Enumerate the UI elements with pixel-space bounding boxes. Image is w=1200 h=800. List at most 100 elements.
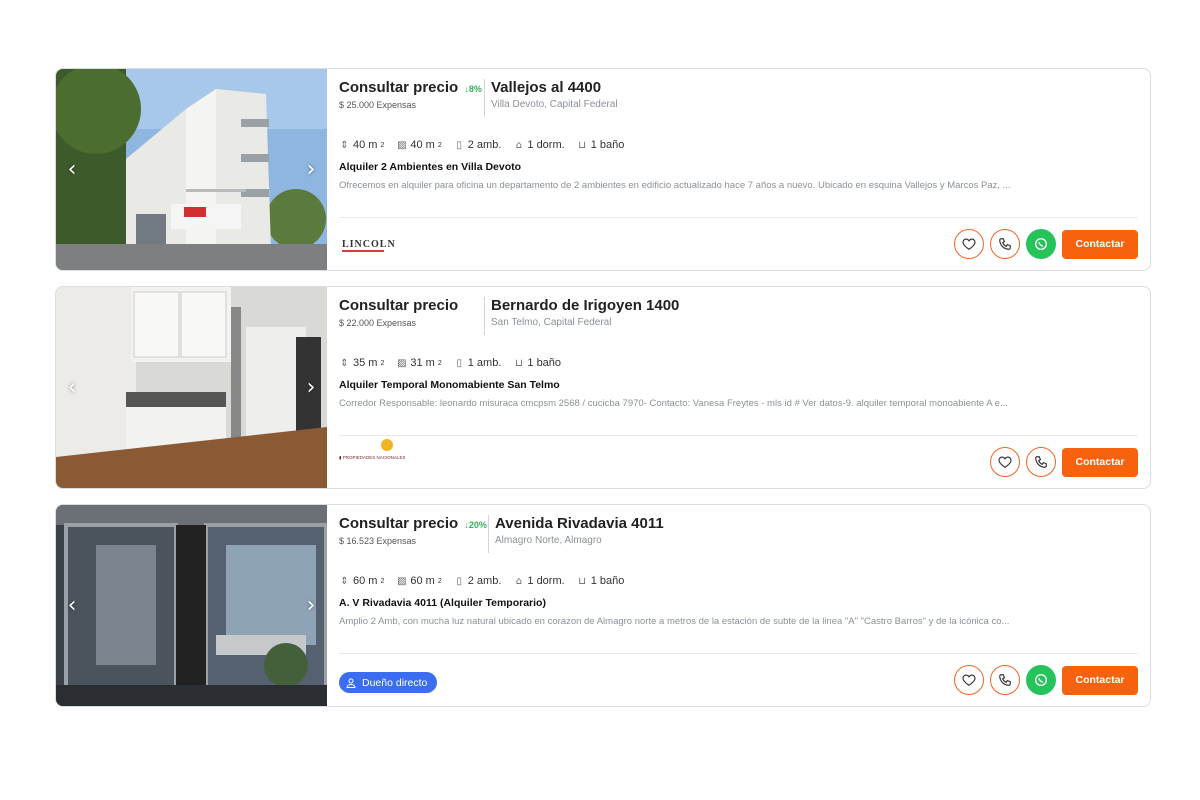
expensas: $ 16.523 Expensas bbox=[339, 536, 417, 546]
favorite-button[interactable] bbox=[954, 665, 984, 695]
listing-content: Consultar precio $ 22.000 Expensas Berna… bbox=[339, 287, 1138, 488]
phone-icon bbox=[999, 238, 1011, 250]
whatsapp-button[interactable] bbox=[1026, 665, 1056, 695]
feature-rooms: ▯ 2 amb. bbox=[454, 575, 501, 587]
total-area-icon: ⇕ bbox=[340, 575, 349, 587]
price: Consultar precio bbox=[339, 515, 459, 532]
address[interactable]: Avenida Rivadavia 4011 bbox=[495, 515, 664, 532]
price-block: Consultar precio ↓20% $ 16.523 Expensas bbox=[339, 515, 489, 553]
covered-area-icon: ▨ bbox=[397, 139, 407, 151]
photo-next-arrow[interactable]: › bbox=[299, 373, 323, 403]
whatsapp-button[interactable] bbox=[1026, 229, 1056, 259]
expensas: $ 22.000 Expensas bbox=[339, 318, 417, 328]
listing-photo[interactable]: ‹ › bbox=[56, 505, 327, 706]
listing-card[interactable]: ‹ › Consultar precio ↓8% $ 25.000 Expens… bbox=[55, 68, 1151, 271]
divider bbox=[339, 217, 1138, 218]
divider bbox=[339, 653, 1138, 654]
features: ⇕ 40 m2 ▨ 40 m2 ▯ 2 amb. ⌂ 1 dorm. ⊔ 1 baño bbox=[339, 139, 624, 151]
price-drop-badge: ↓8% bbox=[464, 84, 482, 94]
listing-photo[interactable]: ‹ › bbox=[56, 287, 327, 488]
expensas: $ 25.000 Expensas bbox=[339, 100, 417, 110]
feature-baths: ⊔ 1 baño bbox=[578, 575, 625, 587]
feature-covered-area: ▨ 31 m2 bbox=[397, 357, 442, 369]
price: Consultar precio bbox=[339, 79, 459, 96]
feature-covered-area: ▨ 60 m2 bbox=[397, 575, 442, 587]
listing-description: Corredor Responsable: leonardo misuraca … bbox=[339, 398, 1008, 409]
heart-icon bbox=[998, 456, 1012, 468]
listing-title[interactable]: A. V Rivadavia 4011 (Alquiler Temporario… bbox=[339, 597, 546, 609]
features: ⇕ 60 m2 ▨ 60 m2 ▯ 2 amb. ⌂ 1 dorm. ⊔ 1 baño bbox=[339, 575, 624, 587]
location: Villa Devoto, Capital Federal bbox=[491, 99, 618, 110]
feature-bedrooms: ⌂ 1 dorm. bbox=[513, 139, 565, 151]
call-button[interactable] bbox=[990, 229, 1020, 259]
whatsapp-icon bbox=[1035, 238, 1047, 250]
publisher-badge-icon bbox=[381, 439, 393, 451]
listing-title[interactable]: Alquiler Temporal Monomabiente San Telmo bbox=[339, 379, 560, 391]
listing-card[interactable]: ‹ › Consultar precio ↓20% $ 16.523 Expen… bbox=[55, 504, 1151, 707]
photo-prev-arrow[interactable]: ‹ bbox=[60, 155, 84, 185]
favorite-button[interactable] bbox=[990, 447, 1020, 477]
owner-icon bbox=[346, 678, 356, 688]
heart-icon bbox=[962, 674, 976, 686]
bathtub-icon: ⊔ bbox=[578, 139, 587, 151]
publisher-logo[interactable]: ▮ PROPIEDADES NACIONALES bbox=[339, 455, 406, 461]
feature-baths: ⊔ 1 baño bbox=[514, 357, 562, 369]
feature-rooms: ▯ 2 amb. bbox=[454, 139, 501, 151]
contact-button[interactable]: Contactar bbox=[1062, 447, 1138, 477]
address-block: Vallejos al 4400 Villa Devoto, Capital F… bbox=[491, 79, 618, 110]
photo-prev-arrow[interactable]: ‹ bbox=[60, 591, 84, 621]
actions: Contactar bbox=[990, 447, 1138, 477]
heart-icon bbox=[962, 238, 976, 250]
listing-description: Ofrecemos en alquiler para oficina un de… bbox=[339, 180, 1011, 191]
door-icon: ▯ bbox=[456, 575, 462, 587]
listing-description: Amplio 2 Amb, con mucha luz natural ubic… bbox=[339, 616, 1010, 627]
feature-total-area: ⇕ 35 m2 bbox=[340, 357, 385, 369]
listing-title[interactable]: Alquiler 2 Ambientes en Villa Devoto bbox=[339, 161, 521, 173]
photo-next-arrow[interactable]: › bbox=[299, 155, 323, 185]
phone-icon bbox=[999, 674, 1011, 686]
door-icon: ▯ bbox=[456, 139, 462, 151]
price-block: Consultar precio ↓8% $ 25.000 Expensas bbox=[339, 79, 485, 117]
address-block: Avenida Rivadavia 4011 Almagro Norte, Al… bbox=[495, 515, 664, 546]
bed-icon: ⌂ bbox=[515, 575, 523, 587]
publisher-logo-underline bbox=[342, 250, 384, 252]
feature-rooms: ▯ 1 amb. bbox=[454, 357, 501, 369]
total-area-icon: ⇕ bbox=[340, 357, 349, 369]
photo-next-arrow[interactable]: › bbox=[299, 591, 323, 621]
location: Almagro Norte, Almagro bbox=[495, 535, 602, 546]
call-button[interactable] bbox=[990, 665, 1020, 695]
address[interactable]: Vallejos al 4400 bbox=[491, 79, 618, 96]
phone-icon bbox=[1035, 456, 1047, 468]
listing-content: Consultar precio ↓8% $ 25.000 Expensas V… bbox=[339, 69, 1138, 270]
price-drop-badge: ↓20% bbox=[464, 520, 487, 530]
bathtub-icon: ⊔ bbox=[578, 575, 587, 587]
address[interactable]: Bernardo de Irigoyen 1400 bbox=[491, 297, 679, 314]
favorite-button[interactable] bbox=[954, 229, 984, 259]
whatsapp-icon bbox=[1035, 674, 1047, 686]
feature-total-area: ⇕ 40 m2 bbox=[340, 139, 385, 151]
price-block: Consultar precio $ 22.000 Expensas bbox=[339, 297, 485, 335]
call-button[interactable] bbox=[1026, 447, 1056, 477]
door-icon: ▯ bbox=[456, 357, 462, 369]
covered-area-icon: ▨ bbox=[397, 575, 407, 587]
photo-prev-arrow[interactable]: ‹ bbox=[60, 373, 84, 403]
contact-button[interactable]: Contactar bbox=[1062, 229, 1138, 259]
contact-button[interactable]: Contactar bbox=[1062, 665, 1138, 695]
price: Consultar precio bbox=[339, 297, 459, 314]
covered-area-icon: ▨ bbox=[397, 357, 407, 369]
owner-direct-badge: Dueño directo bbox=[339, 672, 438, 693]
features: ⇕ 35 m2 ▨ 31 m2 ▯ 1 amb. ⊔ 1 baño bbox=[339, 357, 561, 369]
feature-covered-area: ▨ 40 m2 bbox=[397, 139, 442, 151]
total-area-icon: ⇕ bbox=[340, 139, 349, 151]
listing-content: Consultar precio ↓20% $ 16.523 Expensas … bbox=[339, 505, 1138, 706]
feature-baths: ⊔ 1 baño bbox=[578, 139, 625, 151]
publisher-logo[interactable]: LINCOLN bbox=[342, 239, 396, 250]
listing-card[interactable]: ‹ › Consultar precio $ 22.000 Expensas B… bbox=[55, 286, 1151, 489]
actions: Contactar bbox=[954, 665, 1138, 695]
bed-icon: ⌂ bbox=[515, 139, 523, 151]
location: San Telmo, Capital Federal bbox=[491, 317, 612, 328]
listing-photo[interactable]: ‹ › bbox=[56, 69, 327, 270]
feature-bedrooms: ⌂ 1 dorm. bbox=[513, 575, 565, 587]
bathtub-icon: ⊔ bbox=[514, 357, 523, 369]
feature-total-area: ⇕ 60 m2 bbox=[340, 575, 385, 587]
